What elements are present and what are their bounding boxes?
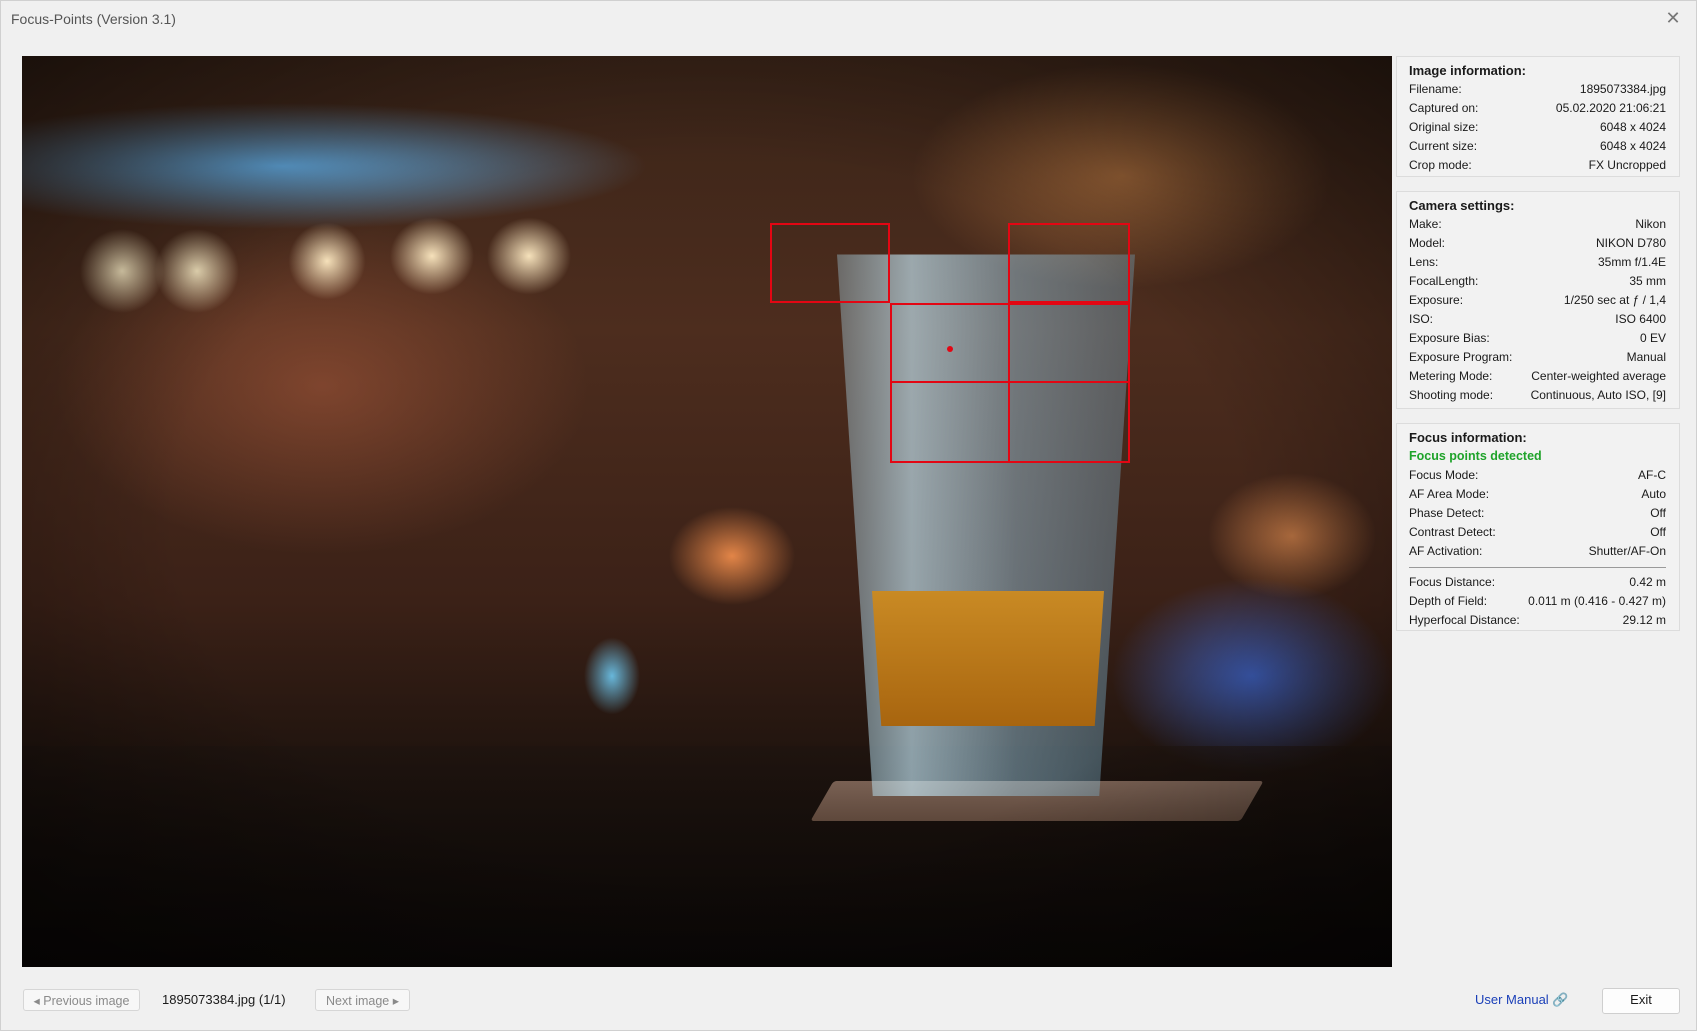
info-value: 1895073384.jpg bbox=[1579, 82, 1666, 96]
info-label: Crop mode: bbox=[1409, 158, 1472, 172]
distance-label: Hyperfocal Distance: bbox=[1409, 613, 1520, 627]
focus-label: Phase Detect: bbox=[1409, 506, 1485, 520]
distance-value: 0.011 m (0.416 - 0.427 m) bbox=[1528, 594, 1666, 608]
camera-row: Lens: 35mm f/1.4E bbox=[1409, 253, 1666, 272]
info-value: 6048 x 4024 bbox=[1599, 120, 1666, 134]
distance-label: Depth of Field: bbox=[1409, 594, 1488, 608]
af-point-frame bbox=[890, 381, 1010, 463]
camera-label: Lens: bbox=[1409, 255, 1439, 269]
af-point-frame bbox=[890, 303, 1010, 383]
af-point-frame bbox=[1008, 303, 1130, 383]
info-row: Crop mode: FX Uncropped bbox=[1409, 156, 1666, 175]
camera-row: Make: Nikon bbox=[1409, 215, 1666, 234]
camera-label: FocalLength: bbox=[1409, 274, 1479, 288]
info-label: Filename: bbox=[1409, 82, 1462, 96]
window-title: Focus-Points (Version 3.1) bbox=[11, 11, 176, 27]
info-label: Captured on: bbox=[1409, 101, 1479, 115]
focus-value: Auto bbox=[1641, 487, 1666, 501]
camera-value: NIKON D780 bbox=[1595, 236, 1666, 250]
camera-label: Metering Mode: bbox=[1409, 369, 1493, 383]
photo-vignette bbox=[22, 56, 1392, 967]
camera-label: Exposure: bbox=[1409, 293, 1464, 307]
focus-label: AF Area Mode: bbox=[1409, 487, 1490, 501]
next-image-button[interactable]: Next image ▸ bbox=[315, 989, 410, 1011]
focus-value: AF-C bbox=[1638, 468, 1666, 482]
camera-row: Shooting mode: Continuous, Auto ISO, [9] bbox=[1409, 386, 1666, 405]
info-row: Current size: 6048 x 4024 bbox=[1409, 137, 1666, 156]
distance-row: Depth of Field: 0.011 m (0.416 - 0.427 m) bbox=[1409, 592, 1666, 611]
distance-value: 29.12 m bbox=[1622, 613, 1666, 627]
camera-value: Nikon bbox=[1635, 217, 1666, 231]
camera-label: Make: bbox=[1409, 217, 1442, 231]
camera-row: Exposure Program: Manual bbox=[1409, 348, 1666, 367]
focus-value: Off bbox=[1650, 525, 1666, 539]
title-bar: Focus-Points (Version 3.1) ✕ bbox=[1, 1, 1696, 37]
camera-row: ISO: ISO 6400 bbox=[1409, 310, 1666, 329]
focus-points-window: Focus-Points (Version 3.1) ✕ Image infor… bbox=[0, 0, 1697, 1031]
info-value: 05.02.2020 21:06:21 bbox=[1555, 101, 1666, 115]
info-value: FX Uncropped bbox=[1588, 158, 1666, 172]
camera-value: Manual bbox=[1626, 350, 1666, 364]
distance-row: Hyperfocal Distance: 29.12 m bbox=[1409, 611, 1666, 630]
focus-label: Focus Mode: bbox=[1409, 468, 1479, 482]
info-label: Current size: bbox=[1409, 139, 1478, 153]
focus-row: Contrast Detect: Off bbox=[1409, 523, 1666, 542]
camera-value: ISO 6400 bbox=[1615, 312, 1666, 326]
camera-value: 0 EV bbox=[1639, 331, 1666, 345]
af-focus-center-dot bbox=[947, 346, 953, 352]
camera-value: 35mm f/1.4E bbox=[1597, 255, 1666, 269]
info-row: Filename: 1895073384.jpg bbox=[1409, 80, 1666, 99]
image-info-title: Image information: bbox=[1409, 63, 1527, 78]
previous-image-button[interactable]: ◂ Previous image bbox=[23, 989, 140, 1011]
photo-preview bbox=[22, 56, 1392, 967]
focus-label: Contrast Detect: bbox=[1409, 525, 1496, 539]
focus-row: AF Activation: Shutter/AF-On bbox=[1409, 542, 1666, 561]
divider bbox=[1409, 567, 1666, 568]
file-position-label: 1895073384.jpg (1/1) bbox=[162, 992, 286, 1007]
info-value: 6048 x 4024 bbox=[1599, 139, 1666, 153]
camera-label: Exposure Bias: bbox=[1409, 331, 1490, 345]
focus-label: AF Activation: bbox=[1409, 544, 1483, 558]
af-point-frame bbox=[1008, 223, 1130, 303]
camera-label: Shooting mode: bbox=[1409, 388, 1494, 402]
focus-status: Focus points detected bbox=[1409, 449, 1542, 463]
camera-value: Continuous, Auto ISO, [9] bbox=[1530, 388, 1666, 402]
camera-label: ISO: bbox=[1409, 312, 1434, 326]
distance-label: Focus Distance: bbox=[1409, 575, 1496, 589]
focus-row: Phase Detect: Off bbox=[1409, 504, 1666, 523]
close-icon[interactable]: ✕ bbox=[1662, 7, 1684, 29]
focus-info-section: Focus information: Focus points detected… bbox=[1396, 423, 1680, 631]
af-point-frame bbox=[1008, 381, 1130, 463]
focus-value: Shutter/AF-On bbox=[1588, 544, 1666, 558]
af-point-frame bbox=[770, 223, 890, 303]
info-row: Captured on: 05.02.2020 21:06:21 bbox=[1409, 99, 1666, 118]
camera-value: 1/250 sec at ƒ / 1,4 bbox=[1563, 293, 1666, 307]
image-info-section: Image information: Filename: 1895073384.j… bbox=[1396, 56, 1680, 177]
camera-settings-title: Camera settings: bbox=[1409, 198, 1515, 213]
distance-value: 0.42 m bbox=[1629, 575, 1666, 589]
camera-label: Exposure Program: bbox=[1409, 350, 1513, 364]
camera-value: 35 mm bbox=[1629, 274, 1666, 288]
camera-row: Exposure Bias: 0 EV bbox=[1409, 329, 1666, 348]
camera-row: Metering Mode: Center-weighted average bbox=[1409, 367, 1666, 386]
distance-row: Focus Distance: 0.42 m bbox=[1409, 573, 1666, 592]
info-panel: Image information: Filename: 1895073384.j… bbox=[1396, 56, 1680, 645]
camera-settings-section: Camera settings: Make: Nikon Model: NIKON … bbox=[1396, 191, 1680, 409]
user-manual-link[interactable]: User Manual 🔗 bbox=[1475, 992, 1569, 1008]
focus-info-title: Focus information: bbox=[1409, 430, 1527, 445]
camera-row: Exposure: 1/250 sec at ƒ / 1,4 bbox=[1409, 291, 1666, 310]
camera-row: FocalLength: 35 mm bbox=[1409, 272, 1666, 291]
exit-button[interactable]: Exit bbox=[1602, 988, 1680, 1014]
camera-value: Center-weighted average bbox=[1531, 369, 1666, 383]
camera-row: Model: NIKON D780 bbox=[1409, 234, 1666, 253]
focus-row: AF Area Mode: Auto bbox=[1409, 485, 1666, 504]
info-label: Original size: bbox=[1409, 120, 1479, 134]
focus-row: Focus Mode: AF-C bbox=[1409, 466, 1666, 485]
camera-label: Model: bbox=[1409, 236, 1446, 250]
focus-value: Off bbox=[1650, 506, 1666, 520]
info-row: Original size: 6048 x 4024 bbox=[1409, 118, 1666, 137]
